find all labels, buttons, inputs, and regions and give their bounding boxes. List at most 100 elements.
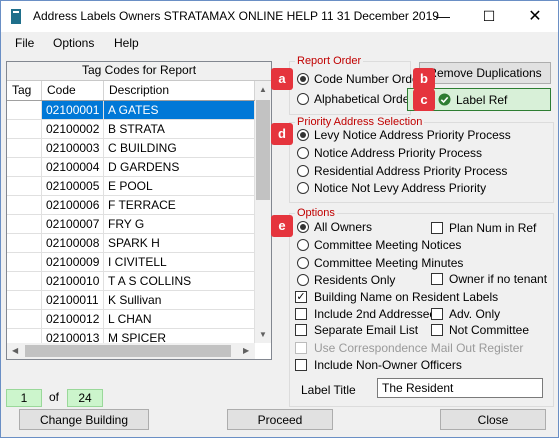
table-row[interactable]: 02100012 L CHAN [7,310,255,329]
close-window-button[interactable]: ✕ [512,1,558,32]
cell-tag[interactable] [7,196,42,214]
cell-description[interactable]: L CHAN [104,310,255,328]
notice-address-priority-radio[interactable] [297,147,309,159]
scroll-left-icon[interactable]: ◀ [12,346,18,355]
menu-file[interactable]: File [15,36,34,50]
include-2nd-addressee-label[interactable]: Include 2nd Addressee [314,307,436,321]
notice-not-levy-priority-radio[interactable] [297,182,309,194]
cell-description[interactable]: B STRATA [104,120,255,138]
horizontal-scroll-thumb[interactable] [25,345,231,357]
residential-address-priority-label[interactable]: Residential Address Priority Process [314,164,507,178]
cell-description[interactable]: T A S COLLINS [104,272,255,290]
not-committee-checkbox[interactable] [431,324,443,336]
adv-only-checkbox[interactable] [431,308,443,320]
include-non-owner-label[interactable]: Include Non-Owner Officers [314,358,462,372]
notice-not-levy-priority-label[interactable]: Notice Not Levy Address Priority [314,181,486,195]
cell-description[interactable]: FRY G [104,215,255,233]
table-row[interactable]: 02100011 K Sullivan [7,291,255,310]
cell-description[interactable]: A GATES [104,101,255,119]
cell-description[interactable]: E POOL [104,177,255,195]
label-title-input[interactable]: The Resident [377,378,543,398]
levy-notice-priority-radio[interactable] [297,129,309,141]
cell-description[interactable]: D GARDENS [104,158,255,176]
table-row[interactable]: 02100003 C BUILDING [7,139,255,158]
residential-address-priority-radio[interactable] [297,165,309,177]
change-building-button[interactable]: Change Building [19,409,149,430]
cell-code[interactable]: 02100001 [42,101,104,119]
cell-code[interactable]: 02100012 [42,310,104,328]
maximize-button[interactable]: ☐ [466,1,512,32]
scroll-down-icon[interactable]: ▼ [259,330,267,339]
cell-tag[interactable] [7,101,42,119]
all-owners-radio[interactable] [297,221,309,233]
scroll-right-icon[interactable]: ▶ [243,346,249,355]
committee-meeting-notices-label[interactable]: Committee Meeting Notices [314,238,461,252]
cell-code[interactable]: 02100006 [42,196,104,214]
cell-code[interactable]: 02100002 [42,120,104,138]
menu-options[interactable]: Options [53,36,94,50]
close-button[interactable]: Close [440,409,546,430]
horizontal-scrollbar[interactable]: ◀ ▶ [7,343,255,359]
table-row[interactable]: 02100007 FRY G [7,215,255,234]
cell-code[interactable]: 02100004 [42,158,104,176]
plan-num-in-ref-checkbox[interactable] [431,222,443,234]
scroll-up-icon[interactable]: ▲ [259,85,267,94]
residents-only-label[interactable]: Residents Only [314,273,395,287]
cell-description[interactable]: C BUILDING [104,139,255,157]
building-name-label[interactable]: Building Name on Resident Labels [314,290,498,304]
cell-tag[interactable] [7,158,42,176]
committee-meeting-notices-radio[interactable] [297,239,309,251]
col-header-tag[interactable]: Tag [7,81,42,100]
levy-notice-priority-label[interactable]: Levy Notice Address Priority Process [314,128,511,142]
include-non-owner-checkbox[interactable] [295,359,307,371]
cell-code[interactable]: 02100010 [42,272,104,290]
table-row[interactable]: 02100005 E POOL [7,177,255,196]
cell-tag[interactable] [7,253,42,271]
code-number-order-radio[interactable] [297,73,309,85]
alphabetical-order-label[interactable]: Alphabetical Order [314,92,413,106]
table-row[interactable]: 02100002 B STRATA [7,120,255,139]
remove-duplications-button[interactable]: Remove Duplications [419,62,551,84]
plan-num-in-ref-label[interactable]: Plan Num in Ref [449,221,536,235]
table-row[interactable]: 02100010 T A S COLLINS [7,272,255,291]
tag-codes-grid[interactable]: Tag Codes for Report Tag Code Descriptio… [6,61,272,360]
col-header-description[interactable]: Description [104,81,255,100]
committee-meeting-minutes-label[interactable]: Committee Meeting Minutes [314,256,463,270]
separate-email-list-label[interactable]: Separate Email List [314,323,418,337]
cell-tag[interactable] [7,177,42,195]
separate-email-list-checkbox[interactable] [295,324,307,336]
cell-code[interactable]: 02100009 [42,253,104,271]
vertical-scroll-thumb[interactable] [256,100,270,200]
cell-description[interactable]: K Sullivan [104,291,255,309]
building-name-checkbox[interactable]: ✓ [295,291,307,303]
vertical-scrollbar[interactable]: ▲ ▼ [255,81,271,343]
col-header-code[interactable]: Code [42,81,104,100]
cell-tag[interactable] [7,291,42,309]
owner-if-no-tenant-label[interactable]: Owner if no tenant [449,272,547,286]
notice-address-priority-label[interactable]: Notice Address Priority Process [314,146,482,160]
cell-tag[interactable] [7,272,42,290]
cell-code[interactable]: 02100003 [42,139,104,157]
alphabetical-order-radio[interactable] [297,93,309,105]
table-row[interactable]: 02100009 I CIVITELL [7,253,255,272]
table-row[interactable]: 02100008 SPARK H [7,234,255,253]
residents-only-radio[interactable] [297,274,309,286]
cell-tag[interactable] [7,139,42,157]
include-2nd-addressee-checkbox[interactable] [295,308,307,320]
cell-description[interactable]: I CIVITELL [104,253,255,271]
code-number-order-label[interactable]: Code Number Order [314,72,423,86]
cell-code[interactable]: 02100005 [42,177,104,195]
cell-code[interactable]: 02100011 [42,291,104,309]
not-committee-label[interactable]: Not Committee [449,323,529,337]
cell-tag[interactable] [7,120,42,138]
cell-code[interactable]: 02100008 [42,234,104,252]
minimize-button[interactable]: — [420,1,466,32]
adv-only-label[interactable]: Adv. Only [449,307,500,321]
cell-code[interactable]: 02100007 [42,215,104,233]
cell-tag[interactable] [7,310,42,328]
cell-tag[interactable] [7,215,42,233]
proceed-button[interactable]: Proceed [227,409,333,430]
menu-help[interactable]: Help [114,36,139,50]
all-owners-label[interactable]: All Owners [314,220,372,234]
cell-description[interactable]: F TERRACE [104,196,255,214]
